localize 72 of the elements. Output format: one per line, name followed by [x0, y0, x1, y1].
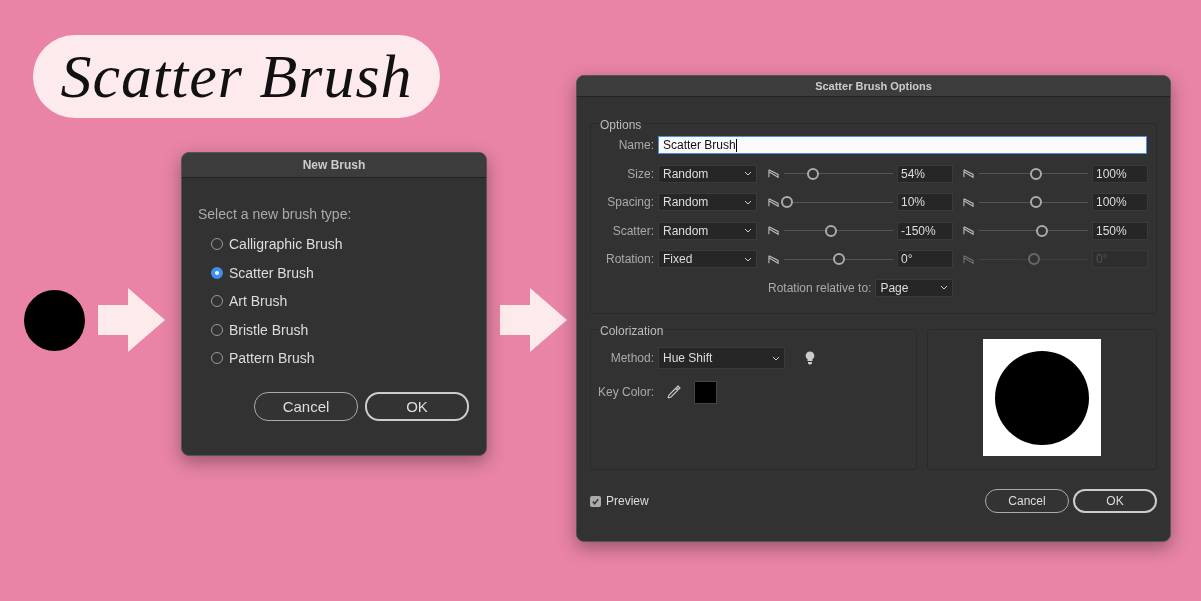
field-label: Size: [626, 166, 655, 181]
prompt-text: Select a new brush type: [198, 206, 353, 222]
dropdown[interactable]: Random [658, 193, 757, 212]
value-field[interactable]: 0° [897, 250, 953, 269]
brush-type-option[interactable]: Art Brush [211, 287, 486, 316]
slider-thumb[interactable] [807, 167, 820, 180]
dropdown[interactable]: Page [875, 278, 954, 297]
key-color-swatch[interactable] [694, 380, 717, 404]
group-label: Colorization [599, 324, 665, 338]
brush-size-icon [963, 196, 974, 208]
brush-type-option[interactable]: Scatter Brush [211, 258, 486, 287]
name-field[interactable]: Scatter Brush [658, 136, 1147, 155]
brush-size-icon [768, 168, 779, 180]
value-field[interactable]: -150% [897, 221, 953, 240]
chevron-down-icon [744, 171, 752, 177]
brush-type-option[interactable]: Calligraphic Brush [211, 230, 486, 259]
field-label: Scatter: [611, 223, 655, 238]
dropdown[interactable]: Random [658, 164, 757, 183]
slider-thumb[interactable] [1036, 224, 1049, 237]
dialog-button[interactable]: Cancel [254, 391, 358, 421]
dialog-button[interactable]: OK [1073, 489, 1157, 513]
checkbox-label: Preview [606, 494, 649, 508]
chevron-down-icon [744, 256, 752, 262]
slider-thumb[interactable] [1029, 196, 1042, 209]
brush-size-icon [963, 253, 974, 265]
field-label: Rotation: [604, 252, 655, 267]
group-label: Options [599, 118, 643, 132]
right-arrow-icon [98, 288, 165, 352]
dialog-title: New Brush [182, 153, 486, 178]
chevron-down-icon [744, 228, 752, 234]
right-arrow-icon [500, 288, 567, 352]
field-label: Name: [617, 138, 655, 153]
option-label: Scatter Brush [229, 264, 314, 281]
option-label: Calligraphic Brush [229, 236, 343, 253]
option-label: Bristle Brush [229, 321, 309, 338]
radio-button[interactable] [211, 266, 223, 279]
dropdown[interactable]: Random [658, 221, 757, 240]
dialog-button[interactable]: OK [365, 391, 469, 421]
brush-size-icon [963, 168, 974, 180]
field-label: Rotation relative to: [768, 280, 872, 295]
value-field[interactable]: 10% [897, 193, 953, 212]
chevron-down-icon [772, 355, 780, 361]
brush-size-icon [768, 196, 779, 208]
value-field[interactable]: 100% [1092, 164, 1148, 183]
dialog-title: Scatter Brush Options [577, 76, 1170, 97]
slider-thumb[interactable] [781, 196, 794, 209]
slider-thumb[interactable] [832, 253, 845, 266]
preview-checkbox[interactable]: Preview [590, 494, 649, 508]
chevron-down-icon [744, 199, 752, 205]
banner-title: Scatter Brush [60, 41, 413, 112]
dialog-button[interactable]: Cancel [985, 489, 1069, 513]
option-label: Pattern Brush [229, 350, 315, 367]
option-label: Art Brush [229, 293, 288, 310]
checkbox[interactable] [590, 495, 601, 507]
dropdown[interactable]: Fixed [658, 250, 757, 269]
slider-thumb[interactable] [824, 224, 837, 237]
slider-thumb[interactable] [1029, 167, 1042, 180]
field-label: Key Color: [597, 385, 656, 399]
circle-shape [24, 290, 85, 351]
brush-size-icon [768, 253, 779, 265]
lightbulb-icon[interactable] [805, 351, 815, 365]
brush-size-icon [963, 225, 974, 237]
brush-size-icon [768, 225, 779, 237]
value-field[interactable]: 54% [897, 164, 953, 183]
field-label: Spacing: [606, 195, 655, 210]
dropdown[interactable]: Hue Shift [658, 347, 785, 369]
field-label: Method: [609, 351, 655, 365]
value-field[interactable]: 100% [1092, 193, 1148, 212]
chevron-down-icon [940, 285, 949, 291]
brush-type-option[interactable]: Bristle Brush [211, 315, 486, 344]
value-field[interactable]: 150% [1092, 221, 1148, 240]
brush-type-option[interactable]: Pattern Brush [211, 344, 486, 373]
